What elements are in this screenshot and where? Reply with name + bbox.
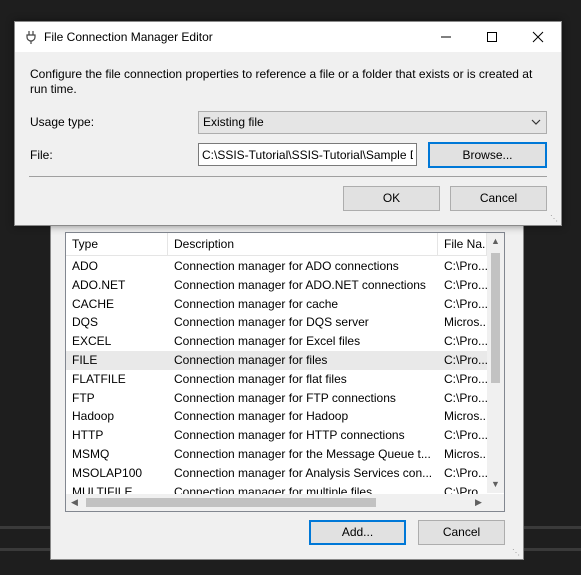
table-row[interactable]: CACHE Connection manager for cache C:\Pro.…	[66, 295, 487, 314]
cell-description: Connection manager for the Message Queue…	[174, 446, 431, 461]
cell-description: Connection manager for ADO connections	[174, 259, 399, 273]
usage-type-dropdown[interactable]: Existing file	[198, 111, 547, 134]
browse-button[interactable]: Browse...	[428, 142, 547, 168]
table-row[interactable]: FLATFILE Connection manager for flat file…	[66, 370, 487, 389]
scroll-up-icon[interactable]: ▲	[487, 233, 504, 250]
table-row[interactable]: EXCEL Connection manager for Excel files C…	[66, 332, 487, 351]
cell-description: Connection manager for ADO.NET connectio…	[174, 277, 426, 292]
file-connection-manager-editor: File Connection Manager Editor Configure…	[14, 21, 562, 226]
cell-type: CACHE	[72, 296, 115, 311]
table-row[interactable]: HTTP Connection manager for HTTP connecti…	[66, 426, 487, 445]
cell-type: EXCEL	[72, 334, 112, 349]
cell-file-name: C:\Pro...	[444, 371, 487, 386]
cell-file-name: Micros...	[444, 409, 487, 424]
window-title: File Connection Manager Editor	[44, 30, 213, 44]
cell-description: Connection manager for FTP connections	[174, 390, 396, 405]
cell-description: Connection manager for Excel files	[174, 334, 361, 349]
cell-type: ADO	[72, 259, 99, 273]
table-row[interactable]: Hadoop Connection manager for Hadoop Micro…	[66, 407, 487, 426]
table-row[interactable]: DQS Connection manager for DQS server Micr…	[66, 313, 487, 332]
cell-description: Connection manager for flat files	[174, 371, 347, 386]
cell-type: DQS	[72, 315, 99, 330]
cell-type: HTTP	[72, 428, 104, 443]
scroll-right-icon[interactable]: ▶	[470, 494, 487, 511]
cell-file-name: C:\Pro...	[444, 465, 487, 480]
cell-file-name: C:\Pro...	[444, 334, 487, 349]
usage-type-label: Usage type:	[30, 115, 95, 129]
chevron-down-icon	[531, 119, 541, 125]
cell-type: ADO.NET	[72, 277, 126, 292]
cell-file-name: Micros...	[444, 446, 487, 461]
cell-file-name: Micros...	[444, 315, 487, 330]
file-label: File:	[30, 148, 53, 162]
cell-type: MSMQ	[72, 446, 110, 461]
table-row[interactable]: ADO Connection manager for ADO connection…	[66, 257, 487, 276]
horizontal-scrollbar[interactable]: ◀ ▶	[66, 494, 487, 511]
cell-type: FLATFILE	[72, 371, 126, 386]
vertical-scroll-thumb[interactable]	[491, 253, 500, 383]
table-row[interactable]: FILE Connection manager for files C:\Pro..…	[66, 350, 487, 370]
dialog-description: Configure the file connection properties…	[30, 67, 533, 96]
vertical-scrollbar[interactable]: ▲ ▼	[487, 233, 504, 493]
table-row[interactable]: ADO.NET Connection manager for ADO.NET co…	[66, 276, 487, 295]
cell-description: Connection manager for cache	[174, 296, 339, 311]
column-header-type[interactable]: Type	[66, 233, 168, 255]
table-row[interactable]: MSOLAP100 Connection manager for Analysis…	[66, 464, 487, 483]
separator	[29, 176, 547, 177]
ok-button[interactable]: OK	[343, 186, 440, 211]
maximize-icon[interactable]	[469, 22, 515, 52]
cell-file-name: C:\Pro...	[444, 352, 487, 367]
cell-description: Connection manager for DQS server	[174, 315, 369, 330]
scrollbar-corner	[487, 494, 504, 511]
resize-grip-icon[interactable]: ⋱	[512, 548, 522, 558]
file-path-input[interactable]	[198, 143, 417, 166]
add-connection-manager-dialog: Type Description File Na... ADO Connectio…	[50, 222, 524, 560]
table-row[interactable]: FTP Connection manager for FTP connection…	[66, 389, 487, 408]
cell-file-name: C:\Pro...	[444, 277, 487, 292]
minimize-icon[interactable]	[423, 22, 469, 52]
cell-type: FTP	[72, 390, 95, 405]
scroll-down-icon[interactable]: ▼	[487, 476, 504, 493]
cell-type: Hadoop	[72, 409, 115, 424]
cell-type: FILE	[72, 352, 98, 367]
table-row[interactable]: MSMQ Connection manager for the Message Q…	[66, 445, 487, 464]
column-header-file-name[interactable]: File Na...	[438, 233, 487, 255]
cell-description: Connection manager for Hadoop	[174, 409, 349, 424]
horizontal-scroll-thumb[interactable]	[86, 498, 376, 507]
cell-type: MSOLAP100	[72, 465, 143, 480]
close-icon[interactable]	[515, 22, 561, 52]
usage-type-value: Existing file	[203, 115, 264, 129]
cancel-button[interactable]: Cancel	[418, 520, 505, 545]
cell-description: Connection manager for Analysis Services…	[174, 465, 433, 480]
connection-type-rows: ADO Connection manager for ADO connection…	[66, 257, 487, 501]
cancel-button[interactable]: Cancel	[450, 186, 547, 211]
cell-file-name: C:\Pro...	[444, 428, 487, 443]
add-button[interactable]: Add...	[309, 520, 406, 545]
title-bar[interactable]: File Connection Manager Editor	[15, 22, 561, 52]
connection-plug-icon	[26, 31, 36, 44]
cell-file-name: C:\Pro...	[444, 259, 487, 273]
cell-description: Connection manager for files	[174, 352, 328, 367]
column-header-description[interactable]: Description	[168, 233, 438, 255]
cell-file-name: C:\Pro...	[444, 296, 487, 311]
connection-type-list[interactable]: Type Description File Na... ADO Connectio…	[65, 232, 505, 512]
cell-description: Connection manager for HTTP connections	[174, 428, 405, 443]
cell-file-name: C:\Pro...	[444, 390, 487, 405]
list-header: Type Description File Na...	[66, 233, 487, 256]
resize-grip-icon[interactable]: ⋱	[550, 214, 560, 224]
scroll-left-icon[interactable]: ◀	[66, 494, 83, 511]
